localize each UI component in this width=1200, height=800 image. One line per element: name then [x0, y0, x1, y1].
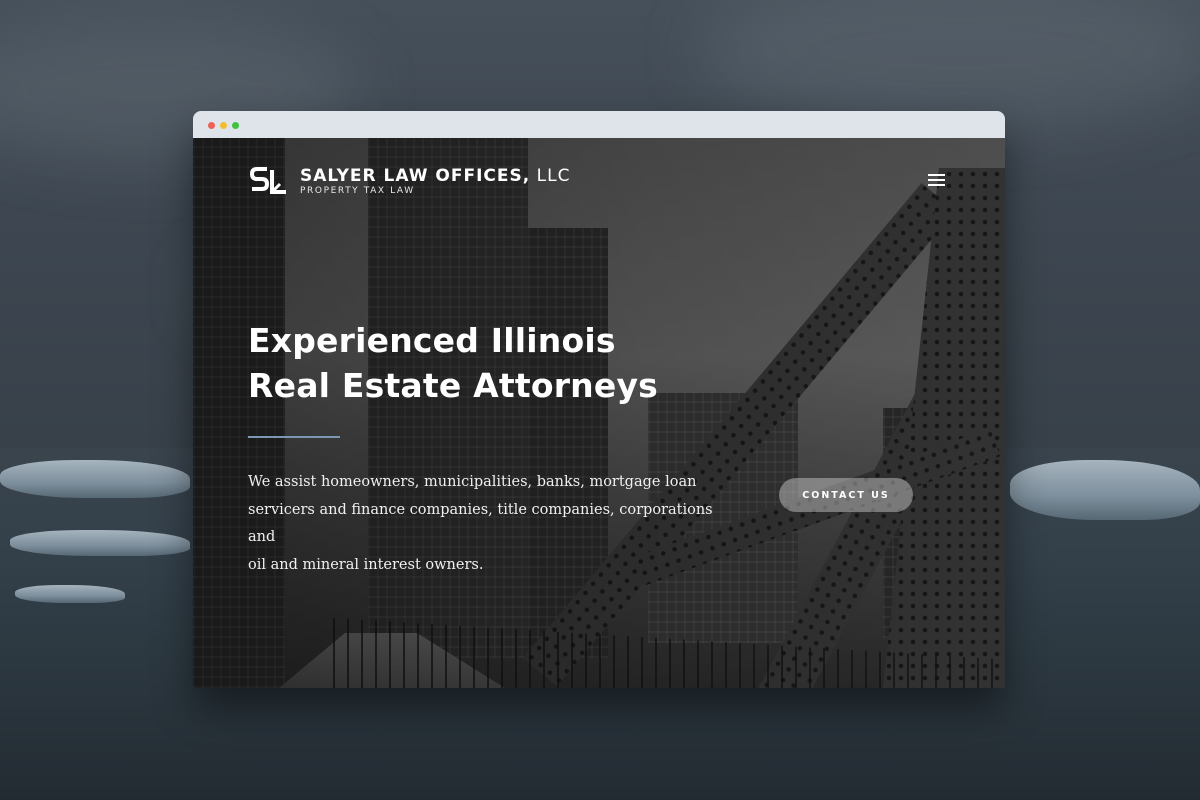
minimize-window-dot[interactable]: [220, 122, 227, 129]
contact-us-button[interactable]: CONTACT US: [779, 478, 913, 512]
intro-line-1: We assist homeowners, municipalities, ba…: [248, 474, 697, 490]
hero-section: SALYER LAW OFFICES, LLC PROPERTY TAX LAW…: [193, 138, 1005, 688]
browser-title-bar: [193, 111, 1005, 138]
firm-name-bold: SALYER LAW OFFICES,: [300, 166, 531, 186]
ice-floe: [0, 460, 190, 498]
hero-overlay: [193, 138, 1005, 688]
hero-intro-text: We assist homeowners, municipalities, ba…: [248, 469, 718, 579]
ice-floe: [1010, 460, 1200, 520]
ice-floe: [10, 530, 190, 556]
firm-name-suffix: LLC: [530, 166, 571, 186]
close-window-dot[interactable]: [208, 122, 215, 129]
hero-headline: Experienced Illinois Real Estate Attorne…: [248, 318, 748, 408]
ice-floe: [15, 585, 125, 603]
site-logo[interactable]: SALYER LAW OFFICES, LLC PROPERTY TAX LAW: [250, 166, 570, 198]
intro-line-2: servicers and finance companies, title c…: [248, 501, 713, 546]
browser-window: SALYER LAW OFFICES, LLC PROPERTY TAX LAW…: [193, 111, 1005, 688]
logo-wordmark: SALYER LAW OFFICES, LLC PROPERTY TAX LAW: [300, 167, 570, 197]
maximize-window-dot[interactable]: [232, 122, 239, 129]
sl-logo-mark-icon: [250, 167, 286, 194]
headline-line-1: Experienced Illinois: [248, 321, 616, 360]
firm-name: SALYER LAW OFFICES, LLC: [300, 167, 570, 185]
headline-line-2: Real Estate Attorneys: [248, 366, 658, 405]
hamburger-menu-icon[interactable]: [928, 174, 945, 186]
firm-tagline: PROPERTY TAX LAW: [300, 186, 415, 196]
intro-line-3: oil and mineral interest owners.: [248, 556, 484, 573]
headline-divider: [248, 436, 340, 438]
